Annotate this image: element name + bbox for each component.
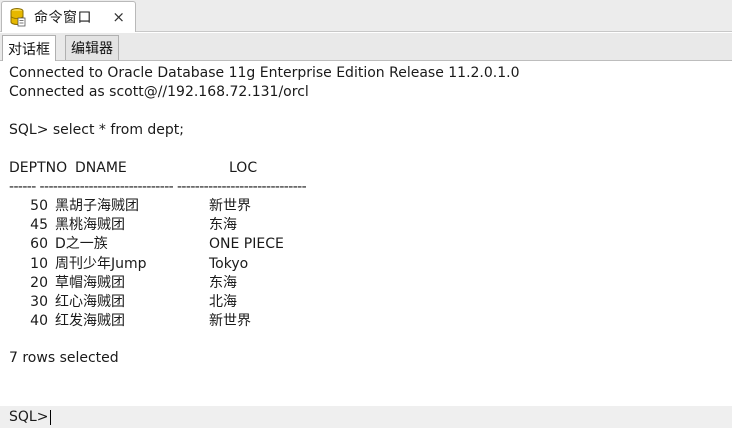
close-icon[interactable]: × xyxy=(112,9,125,25)
row-dname: 草帽海贼团 xyxy=(55,275,125,291)
text-caret xyxy=(50,409,52,425)
row-loc: Tokyo xyxy=(209,256,249,272)
query-line: SQL> select * from dept; xyxy=(9,122,185,138)
row-loc: 新世界 xyxy=(209,313,251,329)
tab-title: 命令窗口 xyxy=(34,10,92,26)
row-loc: 新世界 xyxy=(209,198,251,214)
window-tab-bar: 命令窗口 × xyxy=(0,0,732,32)
database-cylinder-icon xyxy=(8,7,26,27)
row-dname: 黑桃海贼团 xyxy=(55,217,125,233)
separator-line: ------ ------------------------------ --… xyxy=(9,179,307,195)
connect-line-2: Connected as scott@//192.168.72.131/orcl xyxy=(9,84,309,100)
row-dname: 红心海贼团 xyxy=(55,294,125,310)
row-dname: D之一族 xyxy=(55,236,108,252)
row-deptno: 40 xyxy=(30,313,48,329)
column-header-dname: DNAME xyxy=(75,160,127,176)
tab-dialog[interactable]: 对话框 xyxy=(2,35,56,61)
row-deptno: 10 xyxy=(30,256,48,272)
row-loc: 东海 xyxy=(209,275,237,291)
tab-editor[interactable]: 编辑器 xyxy=(65,35,119,60)
row-loc: ONE PIECE xyxy=(209,236,284,252)
row-deptno: 30 xyxy=(30,294,48,310)
column-header-loc: LOC xyxy=(229,160,258,176)
sub-tab-bar: 对话框 编辑器 xyxy=(0,33,732,61)
connect-line-1: Connected to Oracle Database 11g Enterpr… xyxy=(9,65,520,81)
row-deptno: 60 xyxy=(30,236,48,252)
prompt-text: SQL> xyxy=(9,408,52,427)
command-window-tab[interactable]: 命令窗口 × xyxy=(1,1,136,32)
rows-selected-text: 7 rows selected xyxy=(9,350,119,366)
row-loc: 东海 xyxy=(209,217,237,233)
column-header-deptno: DEPTNO xyxy=(9,160,68,176)
row-deptno: 45 xyxy=(30,217,48,233)
prompt-label: SQL> xyxy=(9,409,49,425)
row-loc: 北海 xyxy=(209,294,237,310)
row-dname: 黑胡子海贼团 xyxy=(55,198,139,214)
command-prompt-line[interactable]: SQL> xyxy=(0,406,732,428)
row-dname: 红发海贼团 xyxy=(55,313,125,329)
row-deptno: 20 xyxy=(30,275,48,291)
command-output[interactable]: Connected to Oracle Database 11g Enterpr… xyxy=(0,62,732,446)
row-dname: 周刊少年Jump xyxy=(55,256,147,272)
row-deptno: 50 xyxy=(30,198,48,214)
